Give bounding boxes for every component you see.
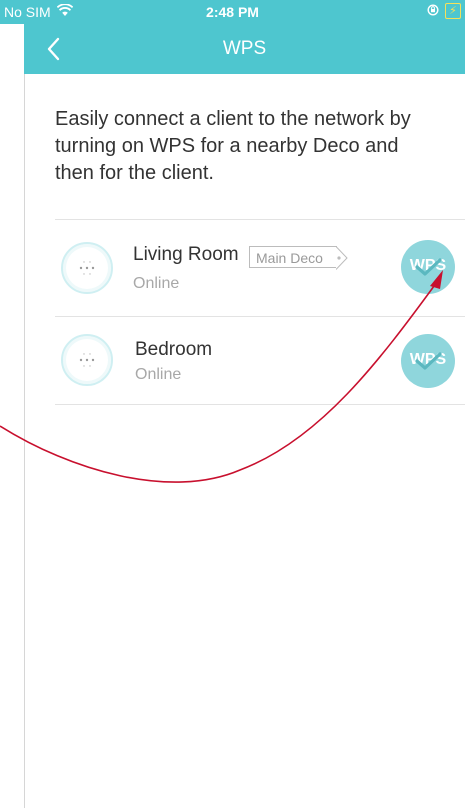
device-name: Living Room bbox=[133, 244, 239, 265]
main-deco-tag-label: Main Deco bbox=[256, 250, 323, 266]
checkmark-icon bbox=[415, 258, 442, 276]
wps-button[interactable]: WPS bbox=[401, 240, 455, 294]
status-bar: No SIM 2:48 PM ⚡ bbox=[0, 0, 465, 24]
frame-edge bbox=[24, 0, 25, 808]
checkmark-icon bbox=[415, 352, 442, 370]
deco-device-icon bbox=[61, 242, 113, 294]
wps-button[interactable]: WPS bbox=[401, 334, 455, 388]
deco-device-icon bbox=[61, 334, 113, 386]
orientation-lock-icon bbox=[427, 3, 439, 19]
device-name: Bedroom bbox=[135, 339, 213, 360]
divider bbox=[55, 404, 465, 405]
tag-arrow-icon bbox=[335, 246, 348, 270]
battery-charging-icon: ⚡ bbox=[445, 3, 461, 19]
device-status: Online bbox=[133, 275, 180, 292]
wps-description: Easily connect a client to the network b… bbox=[55, 108, 411, 184]
device-row-bedroom[interactable]: Bedroom Online WPS bbox=[55, 316, 465, 412]
status-time: 2:48 PM bbox=[206, 4, 259, 20]
page-title: WPS bbox=[222, 38, 267, 59]
device-status: Online bbox=[135, 366, 182, 383]
nav-bar: WPS bbox=[24, 24, 465, 74]
main-deco-tag: Main Deco bbox=[249, 246, 348, 270]
device-row-living-room[interactable]: Living Room Main Deco Online WPS bbox=[55, 220, 465, 316]
status-right: ⚡ bbox=[427, 3, 461, 19]
